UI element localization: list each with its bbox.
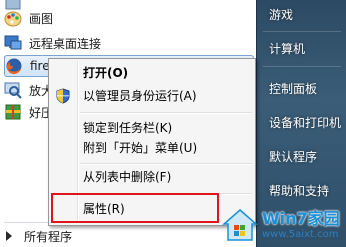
haozip-icon	[4, 103, 22, 121]
menu-separator	[80, 163, 252, 165]
right-divider	[263, 66, 341, 67]
right-item-control-panel[interactable]: 控制面板	[269, 80, 317, 97]
all-programs-label: 所有程序	[24, 229, 73, 244]
menu-item-pin-taskbar[interactable]: 锁定到任务栏(K)	[83, 118, 172, 138]
program-item-paint[interactable]: 画图	[4, 7, 254, 29]
arrow-right-icon	[6, 231, 12, 241]
menu-item-run-as-admin[interactable]: 以管理员身份运行(A)	[83, 86, 197, 106]
remote-desktop-icon	[4, 34, 22, 52]
right-divider	[263, 31, 341, 32]
all-programs-button[interactable]: 所有程序	[6, 226, 72, 246]
watermark-title: Win7家园	[262, 208, 340, 228]
right-item-help-support[interactable]: 帮助和支持	[269, 182, 329, 199]
magnifier-icon	[4, 81, 22, 99]
menu-item-pin-start-menu[interactable]: 附到「开始」菜单(U)	[83, 138, 197, 158]
right-item-computer[interactable]: 计算机	[269, 40, 305, 57]
paint-icon	[4, 9, 22, 27]
right-item-games[interactable]: 游戏	[269, 6, 293, 23]
watermark-text: Win7家园 www.5aixt.com	[262, 208, 340, 240]
program-label: fire	[30, 59, 50, 73]
properties-highlight-box	[51, 193, 219, 223]
menu-item-remove-from-list[interactable]: 从列表中删除(F)	[83, 167, 171, 187]
program-label: 画图	[29, 11, 54, 26]
uac-shield-icon	[55, 88, 71, 104]
right-item-devices-printers[interactable]: 设备和打印机	[269, 114, 341, 131]
program-label: 远程桌面连接	[29, 36, 102, 51]
watermark: Win7家园 www.5aixt.com	[222, 205, 344, 245]
menu-separator	[80, 112, 252, 114]
program-item-remote-desktop[interactable]: 远程桌面连接	[4, 32, 254, 54]
watermark-url: www.5aixt.com	[262, 228, 339, 240]
win7-home-logo-icon	[222, 208, 258, 242]
right-item-default-programs[interactable]: 默认程序	[269, 148, 317, 165]
firefox-icon	[5, 57, 23, 75]
menu-item-open[interactable]: 打开(O)	[83, 63, 128, 83]
